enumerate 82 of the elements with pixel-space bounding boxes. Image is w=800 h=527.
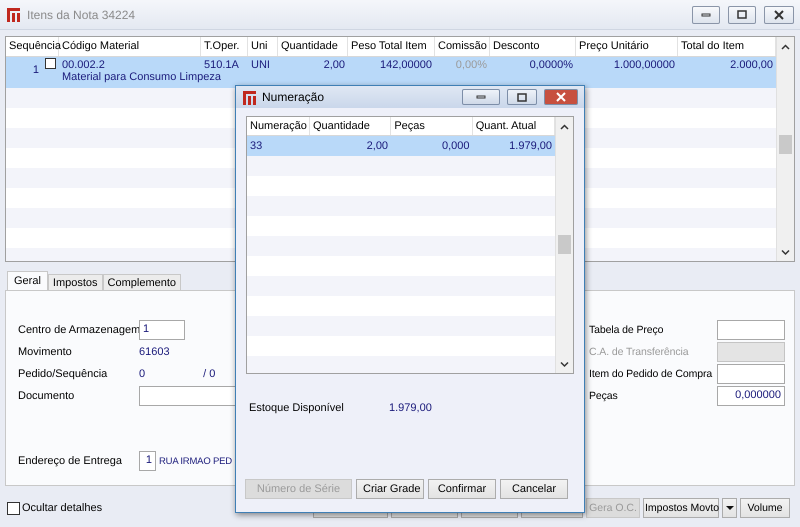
- table-cell-text: 2,00: [366, 140, 390, 152]
- minimize-icon: [701, 12, 711, 16]
- window-title: Itens da Nota 34224: [27, 8, 136, 22]
- table-cell-text: 0,00%: [454, 59, 488, 72]
- table-cell-text: 0,000: [441, 140, 471, 152]
- field-label: Movimento: [18, 346, 73, 358]
- maximize-icon: [517, 92, 527, 102]
- tab[interactable]: Complemento: [102, 274, 182, 290]
- logo-icon: [242, 88, 257, 106]
- toolbar-button[interactable]: Impostos Movto: [643, 498, 719, 518]
- table-cell-text: 1.979,00: [508, 140, 553, 152]
- dialog-button[interactable]: Confirmar: [428, 479, 496, 499]
- field-value: 1.979,00: [389, 402, 432, 414]
- caret-icon: [724, 505, 734, 511]
- scroll-down-icon[interactable]: [559, 360, 570, 368]
- table-cell-text: UNI: [250, 59, 271, 72]
- input-field[interactable]: [717, 320, 785, 340]
- field-value: 0: [139, 368, 146, 380]
- table-cell-text: 2.000,00: [729, 59, 774, 72]
- address-text: RUA IRMAO PED: [159, 456, 232, 466]
- checkbox-label: Ocultar detalhes: [22, 502, 102, 514]
- field-label: Peças: [589, 390, 619, 402]
- close-icon: [774, 10, 784, 20]
- column-header[interactable]: Sequência: [6, 37, 59, 56]
- table-cell-text: 0,0000%: [528, 59, 574, 72]
- input-field[interactable]: 1: [139, 451, 156, 471]
- column-header[interactable]: Peso Total Item: [348, 37, 435, 56]
- scrollbar-thumb[interactable]: [558, 235, 571, 254]
- minimize-icon: [476, 95, 486, 99]
- scroll-up-icon[interactable]: [559, 123, 570, 131]
- tab[interactable]: Geral: [7, 271, 48, 290]
- field-label: Documento: [18, 390, 76, 402]
- scroll-down-icon[interactable]: [780, 248, 791, 256]
- input-field[interactable]: 1: [139, 320, 185, 340]
- dialog-button[interactable]: Criar Grade: [356, 479, 424, 499]
- dropdown-button[interactable]: [722, 498, 737, 518]
- dialog-title: Numeração: [262, 90, 326, 104]
- table-cell-text: 00.002.2: [61, 59, 106, 72]
- column-header[interactable]: Desconto: [490, 37, 576, 56]
- field-value: 61603: [139, 346, 170, 358]
- minimize-button[interactable]: [462, 89, 500, 105]
- table-cell-text: 2,00: [322, 59, 346, 72]
- maximize-button[interactable]: [507, 89, 537, 105]
- toolbar-button[interactable]: Volume: [740, 498, 790, 518]
- field-label: Estoque Disponível: [249, 402, 345, 414]
- close-button[interactable]: [764, 6, 794, 24]
- tab[interactable]: Impostos: [48, 274, 103, 290]
- field-label: C.A. de Transferência: [589, 346, 690, 358]
- table-row[interactable]: 33 2,00 0,000 1.979,00: [247, 136, 555, 156]
- input-field[interactable]: [717, 342, 785, 362]
- row-checkbox[interactable]: [45, 58, 56, 69]
- field-value: / 0: [203, 368, 216, 380]
- field-label: Centro de Armazenagem: [18, 324, 139, 336]
- column-header[interactable]: Preço Unitário: [576, 37, 678, 56]
- minimize-button[interactable]: [692, 6, 720, 24]
- dialog-button[interactable]: Cancelar: [500, 479, 568, 499]
- field-label: Endereço de Entrega: [18, 455, 123, 467]
- close-icon: [556, 92, 566, 102]
- scrollbar-thumb[interactable]: [779, 135, 792, 154]
- table-cell-text: 33: [249, 140, 264, 152]
- maximize-button[interactable]: [728, 6, 756, 24]
- logo-icon: [6, 6, 21, 23]
- scroll-up-icon[interactable]: [780, 43, 791, 51]
- table-row[interactable]: 1 00.002.2 510.1A UNI 2,00 142,00000 0,00% 0,0000% 1.000,00000 2.000,00 Material para Consumo Limpeza: [6, 57, 776, 88]
- column-header[interactable]: Uni: [248, 37, 278, 56]
- checkbox-box[interactable]: [7, 502, 20, 514]
- column-header[interactable]: Quantidade: [310, 117, 392, 135]
- table-cell-text: 142,00000: [379, 59, 433, 72]
- input-field[interactable]: [717, 364, 785, 384]
- column-header[interactable]: Numeração: [247, 117, 310, 135]
- column-header[interactable]: Quantidade: [278, 37, 348, 56]
- table-cell-text: 510.1A: [203, 59, 240, 72]
- input-field[interactable]: 0,000000: [717, 386, 785, 406]
- maximize-icon: [737, 10, 747, 19]
- table-cell-text: Material para Consumo Limpeza: [61, 71, 222, 83]
- column-header[interactable]: T.Oper.: [201, 37, 248, 56]
- column-header[interactable]: Peças: [391, 117, 473, 135]
- table-cell-text: 1.000,00000: [612, 59, 676, 72]
- field-label: Item do Pedido de Compra: [589, 368, 714, 380]
- field-label: Pedido/Sequência: [18, 368, 108, 380]
- field-label: Tabela de Preço: [589, 324, 664, 336]
- table-cell: 1: [32, 64, 39, 76]
